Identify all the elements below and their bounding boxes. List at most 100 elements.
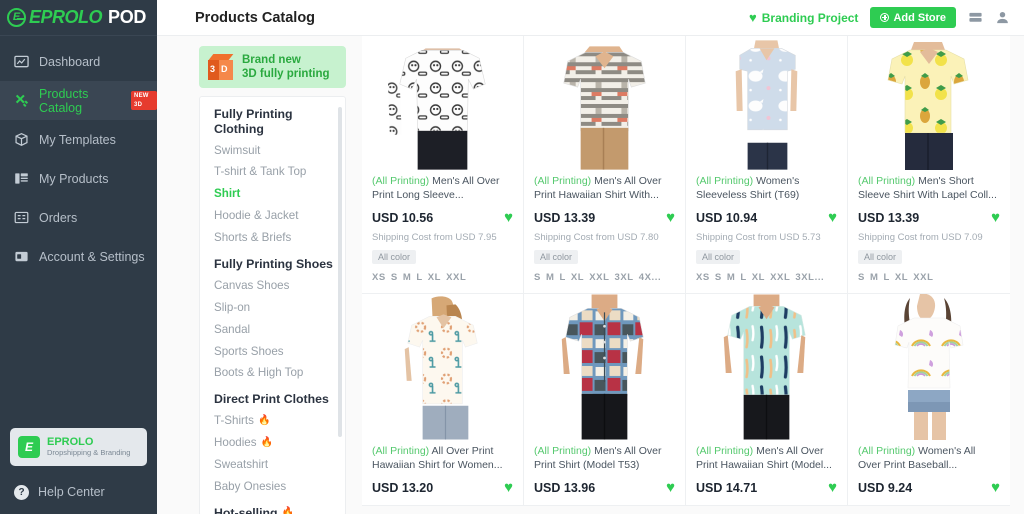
size-chip[interactable]: S (391, 272, 398, 283)
product-image[interactable] (524, 294, 685, 440)
sidebar-item-my-products[interactable]: My Products (0, 159, 157, 198)
category-item-label: Swimsuit (214, 143, 261, 157)
eprolo-promo-card[interactable]: E EPROLO Dropshipping & Branding (10, 428, 147, 466)
size-chip[interactable]: XS (372, 272, 386, 283)
product-card[interactable]: (All Printing) Men's All Over Print Shir… (524, 294, 686, 506)
sidebar-item-my-templates[interactable]: My Templates (0, 120, 157, 159)
size-chip[interactable]: M (403, 272, 412, 283)
category-item-hoodies[interactable]: Hoodies 🔥 (214, 436, 345, 450)
size-chip[interactable]: 4X... (639, 272, 662, 283)
size-chip[interactable]: M (870, 272, 879, 283)
product-price-row: USD 9.24 ♥ (858, 480, 1000, 495)
category-item-baby-onesies[interactable]: Baby Onesies (214, 480, 345, 494)
category-item-tshirt-tank-top[interactable]: T-shirt & Tank Top (214, 165, 345, 179)
product-image[interactable] (848, 294, 1010, 440)
category-item-sandal[interactable]: Sandal (214, 323, 345, 337)
product-card[interactable]: (All Printing) Men's All Over Print Long… (362, 36, 524, 294)
size-chip[interactable]: L (559, 272, 565, 283)
account-icon (14, 249, 29, 264)
product-card[interactable]: (All Printing) Men's Short Sleeve Shirt … (848, 36, 1010, 294)
category-item-swimsuit[interactable]: Swimsuit (214, 144, 345, 158)
size-chip[interactable]: 3XL (614, 272, 633, 283)
product-image[interactable] (362, 36, 523, 170)
product-shipping: Shipping Cost from USD 7.95 (372, 232, 497, 243)
product-color-chip[interactable]: All color (534, 250, 579, 264)
app-root: E EPROLO POD Dashboard Products Catalog … (0, 0, 1024, 514)
category-item-hoodie-jacket[interactable]: Hoodie & Jacket (214, 209, 345, 223)
product-image[interactable] (686, 36, 847, 170)
product-card[interactable]: (All Printing) All Over Print Hawaiian S… (362, 294, 524, 506)
sidebar-item-account-settings[interactable]: Account & Settings (0, 237, 157, 276)
size-chip[interactable]: L (416, 272, 422, 283)
product-price-row: USD 10.56 ♥ (372, 210, 513, 225)
size-chip[interactable]: L (740, 272, 746, 283)
branding-project-link[interactable]: ♥ Branding Project (749, 11, 858, 25)
size-chip[interactable]: S (715, 272, 722, 283)
category-item-boots-high-top[interactable]: Boots & High Top (214, 366, 345, 380)
banner-line-2: 3D fully printing (242, 68, 330, 80)
brand-new-3d-banner[interactable]: 3 D Brand new 3D fully printing (199, 46, 346, 88)
category-item-t-shirts[interactable]: T-Shirts 🔥 (214, 414, 345, 428)
category-item-sweatshirt[interactable]: Sweatshirt (214, 458, 345, 472)
product-price: USD 10.94 (696, 210, 758, 225)
favorite-heart-icon[interactable]: ♥ (504, 210, 513, 225)
user-icon[interactable] (995, 10, 1010, 25)
size-chip[interactable]: XL (752, 272, 765, 283)
category-scrollbar[interactable] (338, 107, 342, 437)
category-item-shorts-briefs[interactable]: Shorts & Briefs (214, 231, 345, 245)
product-tag: (All Printing) (534, 445, 592, 457)
favorite-heart-icon[interactable]: ♥ (991, 210, 1000, 225)
category-item-slip-on[interactable]: Slip-on (214, 301, 345, 315)
favorite-heart-icon[interactable]: ♥ (666, 480, 675, 495)
product-info: (All Printing) Men's All Over Print Long… (362, 170, 523, 283)
category-group-title: Fully Printing Clothing (214, 107, 293, 136)
favorite-heart-icon[interactable]: ♥ (991, 480, 1000, 495)
category-item-shirt[interactable]: Shirt (214, 187, 345, 201)
size-chip[interactable]: XL (428, 272, 441, 283)
product-price: USD 10.56 (372, 210, 434, 225)
size-chip[interactable]: L (883, 272, 889, 283)
product-image[interactable] (362, 294, 523, 440)
orders-icon (14, 210, 29, 225)
product-color-chip[interactable]: All color (858, 250, 903, 264)
size-chip[interactable]: XL (895, 272, 908, 283)
sidebar-item-dashboard[interactable]: Dashboard (0, 42, 157, 81)
help-center-link[interactable]: ? Help Center (0, 476, 157, 508)
size-chip[interactable]: XXL (589, 272, 609, 283)
favorite-heart-icon[interactable]: ♥ (666, 210, 675, 225)
product-card[interactable]: (All Printing) Women's All Over Print Ba… (848, 294, 1010, 506)
product-image[interactable] (848, 36, 1010, 170)
product-image[interactable] (686, 294, 847, 440)
product-title: (All Printing) Men's All Over Print Long… (372, 174, 513, 202)
size-chip[interactable]: XXL (770, 272, 790, 283)
product-card[interactable]: (All Printing) Men's All Over Print Hawa… (524, 36, 686, 294)
size-chip[interactable]: XL (571, 272, 584, 283)
size-chip[interactable]: XS (696, 272, 710, 283)
eprolo-small-logo-letter: E (24, 440, 33, 454)
favorite-heart-icon[interactable]: ♥ (828, 210, 837, 225)
brand-logo[interactable]: E EPROLO POD (0, 0, 157, 36)
size-chip[interactable]: 3XL... (795, 272, 824, 283)
product-card[interactable]: (All Printing) Men's All Over Print Hawa… (686, 294, 848, 506)
product-image[interactable] (524, 36, 685, 170)
category-group-hot-selling[interactable]: Hot-selling 🔥 (214, 506, 345, 514)
size-chip[interactable]: XXL (446, 272, 466, 283)
size-chip[interactable]: S (534, 272, 541, 283)
category-item-canvas-shoes[interactable]: Canvas Shoes (214, 279, 345, 293)
sidebar-item-orders[interactable]: Orders (0, 198, 157, 237)
product-card[interactable]: (All Printing) Women's Sleeveless Shirt … (686, 36, 848, 294)
category-item-sports-shoes[interactable]: Sports Shoes (214, 345, 345, 359)
favorite-heart-icon[interactable]: ♥ (504, 480, 513, 495)
sidebar-item-products-catalog[interactable]: Products Catalog NEW 3D (0, 81, 157, 120)
product-color-chip[interactable]: All color (372, 250, 417, 264)
product-tag: (All Printing) (372, 445, 430, 457)
size-chip[interactable]: XXL (913, 272, 933, 283)
size-chip[interactable]: M (546, 272, 555, 283)
product-price-row: USD 13.39 ♥ (858, 210, 1000, 225)
store-icon[interactable] (968, 10, 983, 25)
size-chip[interactable]: S (858, 272, 865, 283)
product-color-chip[interactable]: All color (696, 250, 741, 264)
favorite-heart-icon[interactable]: ♥ (828, 480, 837, 495)
size-chip[interactable]: M (727, 272, 736, 283)
add-store-button[interactable]: Add Store (870, 7, 956, 28)
